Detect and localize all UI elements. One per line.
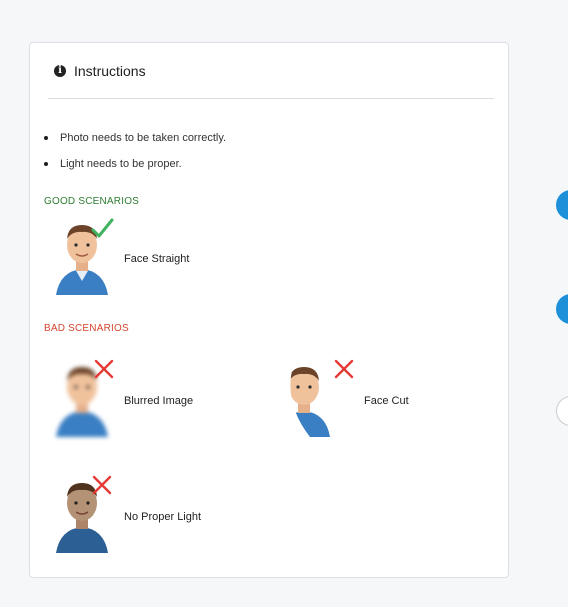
scenario-blurred-image: Blurred Image — [54, 359, 254, 443]
scenario-label: Face Cut — [364, 395, 409, 407]
bullet-item: Light needs to be proper. — [44, 151, 226, 177]
good-scenarios-heading: GOOD SCENARIOS — [44, 196, 140, 207]
scenario-label: No Proper Light — [124, 511, 202, 523]
cross-icon — [94, 359, 114, 379]
scenario-label: Blurred Image — [124, 395, 194, 407]
cross-icon — [334, 359, 354, 379]
instruction-bullets: Photo needs to be taken correctly. Light… — [44, 125, 226, 177]
bullet-item: Photo needs to be taken correctly. — [44, 125, 226, 151]
instructions-title: Instructions — [74, 63, 146, 79]
step-indicator-1 — [556, 190, 568, 220]
instructions-card: i Instructions Photo needs to be taken c… — [29, 42, 509, 578]
step-indicator-3 — [556, 396, 568, 426]
step-indicator-2 — [556, 294, 568, 324]
scenario-no-proper-light: No Proper Light — [54, 475, 254, 559]
instructions-header: i Instructions — [48, 61, 494, 99]
scenario-face-straight: Face Straight — [54, 218, 254, 301]
cross-icon — [92, 475, 112, 495]
scenario-label: Face Straight — [124, 253, 190, 265]
bad-scenarios-heading: BAD SCENARIOS — [44, 323, 129, 334]
face-cut-photo — [280, 363, 330, 437]
check-icon — [91, 218, 114, 238]
scenario-face-cut: Face Cut — [280, 359, 480, 443]
info-icon: i — [54, 65, 66, 77]
